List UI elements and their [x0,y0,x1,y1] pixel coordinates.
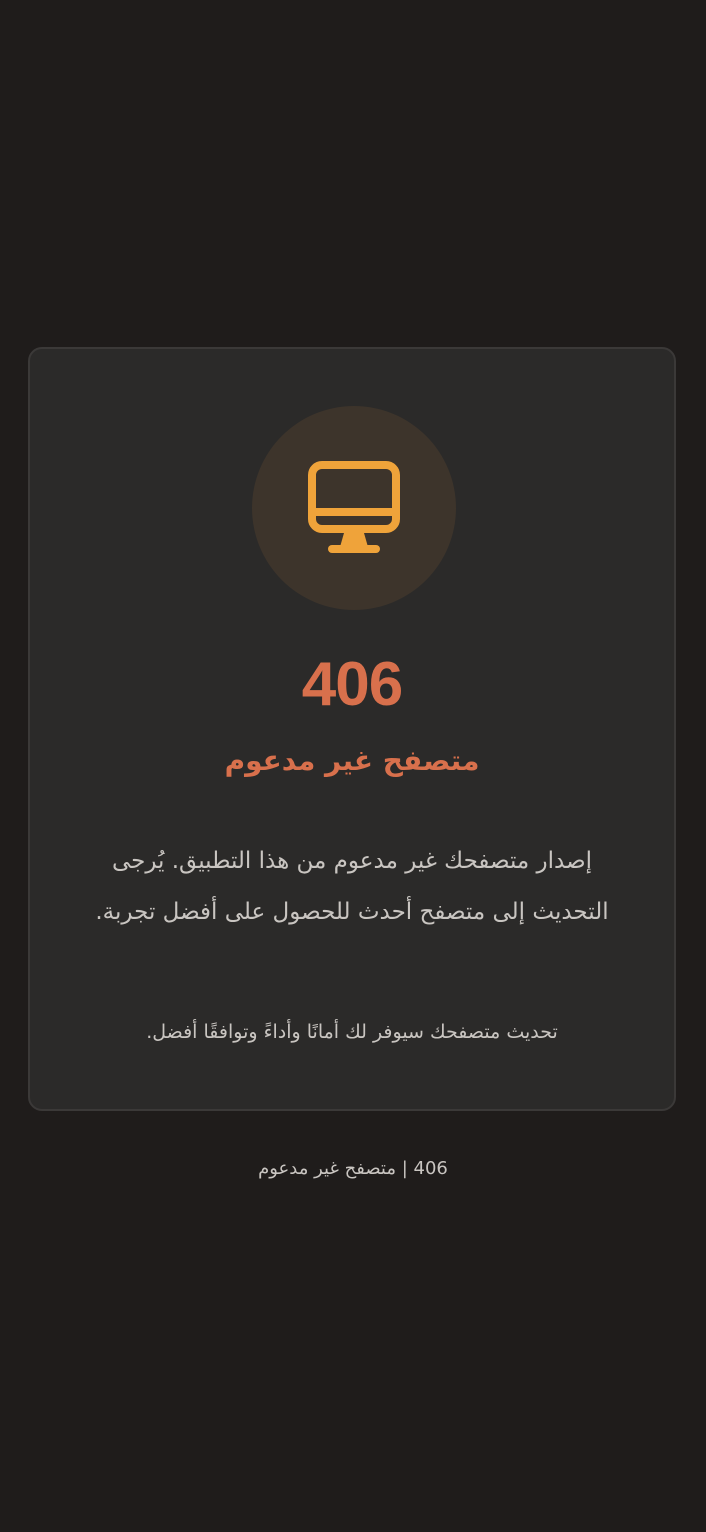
page-footer: 406 | متصفح غير مدعوم [258,1158,448,1179]
monitor-icon [308,461,400,553]
error-title: متصفح غير مدعوم [224,744,480,777]
error-card: 406 متصفح غير مدعوم إصدار متصفحك غير مدع… [28,347,676,1111]
icon-circle [252,406,456,610]
error-description: إصدار متصفحك غير مدعوم من هذا التطبيق. ي… [95,848,609,925]
error-code: 406 [301,650,403,719]
error-note: تحديث متصفحك سيوفر لك أمانًا وأداءً وتوا… [146,1021,558,1043]
